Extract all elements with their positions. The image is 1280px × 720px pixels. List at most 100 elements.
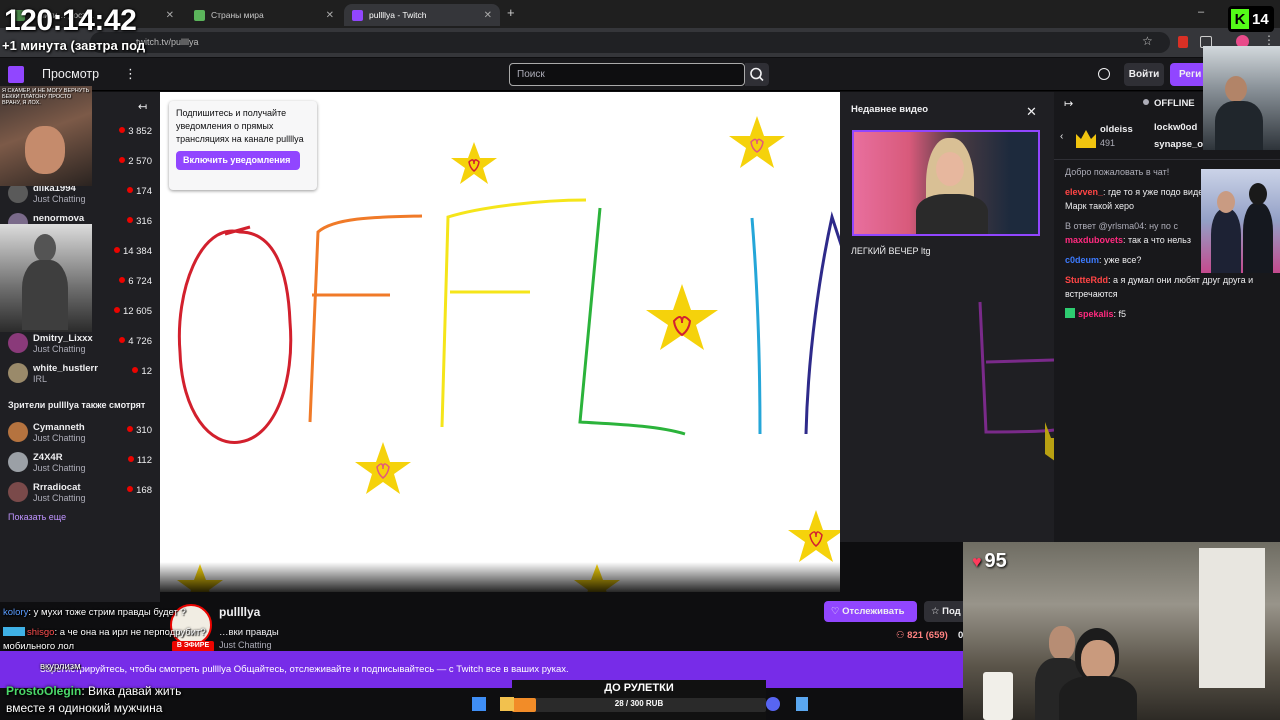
chevron-left-icon[interactable]: ‹ [1060,131,1063,142]
browser-menu-icon[interactable]: ⋮ [1263,33,1275,47]
close-tab-icon[interactable]: ✕ [166,10,174,21]
recent-video-label: Недавнее видео [851,104,929,115]
twitch-logo-icon[interactable] [8,66,24,83]
more-menu-icon[interactable]: ⋮ [124,66,137,82]
recent-video-panel: Недавнее видео ✕ ЛЕГКИЙ ВЕЧЕР ltg [840,92,1054,542]
collapse-chat-icon[interactable]: ↦ [1064,97,1073,110]
sidebar-viewer-count: 2 570 [119,156,152,167]
subathon-timer: 120:14:42 [4,4,137,37]
recent-video-thumbnail[interactable] [852,130,1040,236]
stream-category[interactable]: Just Chatting [219,640,272,650]
offline-letter-f2 [440,198,587,428]
gifter-name[interactable]: lockw0od [1154,122,1197,133]
new-tab-icon[interactable]: + [507,5,515,20]
also-watch-heading: Зрители pullllya также смотрят [8,400,146,410]
offline-letter-o [177,225,293,444]
close-tab-icon[interactable]: ✕ [326,10,334,21]
chat-text: : так а что нельз [1123,234,1191,245]
login-button[interactable]: Войти [1124,63,1164,86]
person-icon: ⚇ [896,630,908,641]
webcam-face [1049,626,1075,660]
prime-crown-icon[interactable] [1098,68,1110,80]
sidebar-channel-category: Just Chatting [33,493,86,503]
gifter-name[interactable]: oldeiss [1100,124,1133,135]
sidebar-channel-name: white_hustlerr [33,363,98,374]
chat-username[interactable]: spekalis [1078,309,1114,319]
close-icon[interactable]: ✕ [1026,104,1037,120]
webcam-face [1081,640,1115,680]
signup-banner-text: Зарегистрируйтесь, чтобы смотреть pullll… [40,664,569,675]
extension-icon[interactable] [1178,36,1188,48]
follow-button[interactable]: ♡ Отслеживать [824,601,917,622]
sidebar-channel[interactable]: Rrradiocat Just Chatting 168 [0,479,160,509]
sidebar-channel[interactable]: Dmitry_Lixxx Just Chatting 4 726 [0,330,160,360]
webcam-overlay-2 [0,224,92,332]
collapse-sidebar-icon[interactable]: ↤ [138,100,147,113]
show-more-link[interactable]: Показать еще [8,512,66,522]
sidebar-channel[interactable]: Cymanneth Just Chatting 310 [0,419,160,449]
sidebar-channel-name: Dmitry_Lixxx [33,333,93,344]
donation-roulette-widget: ДО РУЛЕТКИ 28 / 300 RUB [512,680,766,720]
channel-avatar [8,333,28,353]
close-tab-icon[interactable]: ✕ [484,10,492,21]
notepad-icon[interactable] [796,697,808,711]
channel-name[interactable]: pullllya [219,605,260,619]
webcam-overlay-1: Я СКАМЕР, И НЕ МОГУ ВЕРНУТЬ БЕККИ ПЛАТОН… [0,86,92,186]
star-icon [451,142,497,184]
browser-tab-bar: …пити… дост… ✕ Страны мира ✕ pullllya - … [0,0,1280,28]
webcam-body [1215,101,1263,150]
sidebar-viewer-count: 316 [127,216,152,227]
sidebar-viewer-count: 3 852 [119,126,152,137]
bookmark-star-icon[interactable]: ☆ [1142,34,1153,48]
search-button[interactable] [745,63,769,86]
roulette-title: ДО РУЛЕТКИ [604,682,674,694]
channel-avatar [8,363,28,383]
browse-link[interactable]: Просмотр [42,67,99,81]
overlay-chat-user: shisgo [27,627,55,638]
enable-notifications-button[interactable]: Включить уведомления [176,151,300,171]
webcam-head [1249,183,1267,205]
viewer-count-value: 821 (659) [907,630,948,641]
heart-icon: ♥ [972,554,982,571]
offline-letter-n [804,211,840,435]
channel-avatar [8,482,28,502]
chat-username[interactable]: maxdubovets [1065,235,1123,245]
browser-tab-3[interactable]: pullllya - Twitch ✕ [344,4,500,26]
webcam-cup [983,672,1013,720]
sidebar-viewer-count: 6 724 [119,276,152,287]
overlay-chat-line: ProstoOlegin: Вика давай жить [6,684,181,698]
discord-icon[interactable] [766,697,780,711]
url-input[interactable]: twitch.tv/pullllya [90,32,1170,53]
tab-label: Страны мира [211,10,264,20]
signup-banner[interactable]: Зарегистрируйтесь, чтобы смотреть pullll… [0,651,963,688]
search-icon [750,67,764,82]
kick-viewer-count: 14 [1252,10,1269,28]
webcam-body [1059,676,1137,720]
chat-username[interactable]: StutteRdd [1065,275,1108,285]
offline-letter-f1 [308,214,423,423]
overlay-chat-line: вкурлизм [40,661,81,672]
badge-icon [1065,308,1075,318]
webcam-overlay-3 [1203,46,1280,150]
search-input[interactable]: Поиск [509,63,745,86]
windows-start-icon[interactable] [472,697,486,711]
badge-icon [3,627,25,636]
sidebar-viewer-count: 12 605 [114,306,152,317]
browser-tab-2[interactable]: Страны мира ✕ [186,4,342,26]
offline-letter-e-partial [978,301,1054,461]
star-icon [646,284,718,350]
viewer-count: ⚇ 821 (659) [896,630,948,641]
heart-counter-value: 95 [984,550,1007,572]
star-icon [355,442,411,494]
chat-username[interactable]: c0deum [1065,255,1099,265]
sidebar-channel[interactable]: white_hustlerr IRL 12 [0,360,160,390]
chat-username[interactable]: elevven_ [1065,187,1103,197]
file-explorer-icon[interactable] [500,697,514,711]
gifter-name[interactable]: synapse_o [1154,139,1203,150]
sidebar-channel[interactable]: Z4X4R Just Chatting 112 [0,449,160,479]
star-outline-icon: ☆ [931,606,943,617]
chat-message: spekalis: f5 [1065,308,1255,322]
minimize-icon[interactable]: – [1198,6,1204,18]
recent-video-title[interactable]: ЛЕГКИЙ ВЕЧЕР ltg [851,246,930,256]
address-bar: twitch.tv/pullllya ☆ ⋮ [0,28,1280,57]
